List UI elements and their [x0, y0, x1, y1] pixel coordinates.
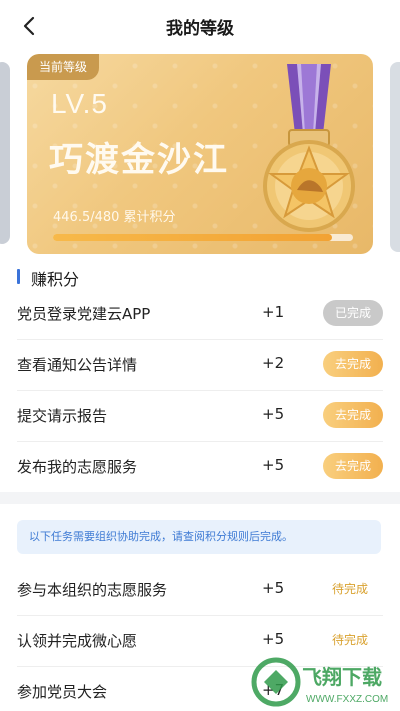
org-tasks-notice: 以下任务需要组织协助完成，请查阅积分规则后完成。 [17, 520, 381, 554]
pending-status: 待完成 [332, 633, 369, 647]
task-points: +5 [262, 630, 285, 648]
task-name: 认领并完成微心愿 [17, 632, 138, 650]
task-points: +5 [262, 456, 285, 474]
task-points: +1 [262, 303, 285, 321]
points-progress-text: 446.5/480 累计积分 [53, 210, 176, 225]
task-name: 参与本组织的志愿服务 [17, 581, 168, 599]
task-row: 发布我的志愿服务 +5 去完成 [0, 442, 400, 493]
page-title: 我的等级 [166, 19, 234, 39]
task-completed-badge: 已完成 [323, 300, 383, 326]
earn-points-title: 赚积分 [31, 270, 80, 289]
task-row: 查看通知公告详情 +2 去完成 [0, 340, 400, 391]
section-gap [0, 492, 400, 504]
task-name: 提交请示报告 [17, 407, 108, 425]
task-row: 党员登录党建云APP +1 已完成 [0, 289, 400, 340]
site-watermark-logo: 飞翔下载 WWW.FXXZ.COM [251, 657, 388, 707]
svg-text:飞翔下载: 飞翔下载 [302, 665, 382, 689]
pending-status: 待完成 [332, 582, 369, 596]
svg-text:WWW.FXXZ.COM: WWW.FXXZ.COM [306, 694, 388, 705]
heading-accent-bar [17, 269, 20, 284]
previous-level-card[interactable] [0, 62, 10, 244]
task-name: 参加党员大会 [17, 683, 108, 701]
next-level-card[interactable] [390, 62, 400, 252]
go-complete-button[interactable]: 去完成 [323, 453, 383, 479]
task-points: +2 [262, 354, 285, 372]
task-name: 党员登录党建云APP [17, 305, 151, 323]
points-progress-bar [53, 234, 353, 241]
task-name: 发布我的志愿服务 [17, 458, 138, 476]
medal-icon [263, 64, 355, 232]
level-name: 巧渡金沙江 [49, 140, 229, 180]
task-name: 查看通知公告详情 [17, 356, 138, 374]
task-row: 参与本组织的志愿服务 +5 待完成 [0, 565, 400, 616]
current-level-card: 当前等级 LV.5 巧渡金沙江 446.5/480 累计积分 [27, 54, 373, 254]
level-number: LV.5 [51, 88, 108, 119]
points-progress-fill [53, 234, 332, 241]
current-level-tag: 当前等级 [27, 54, 100, 80]
navigation-bar: 我的等级 [0, 0, 400, 52]
task-row: 提交请示报告 +5 去完成 [0, 391, 400, 442]
go-complete-button[interactable]: 去完成 [323, 402, 383, 428]
go-complete-button[interactable]: 去完成 [323, 351, 383, 377]
task-points: +5 [262, 579, 285, 597]
task-points: +5 [262, 405, 285, 423]
